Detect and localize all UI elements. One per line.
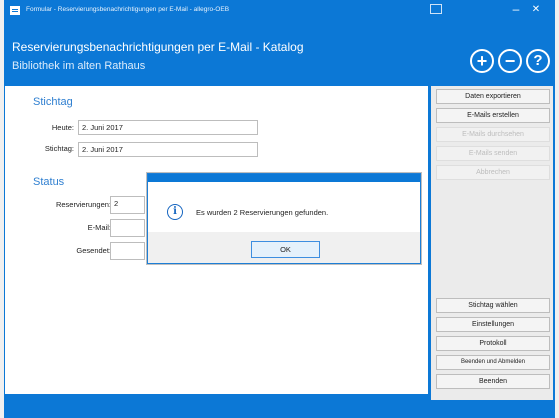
reservierungen-label: Reservierungen: bbox=[55, 200, 111, 209]
app-icon bbox=[10, 6, 20, 15]
header: Reservierungsbenachrichtigungen per E-Ma… bbox=[4, 22, 555, 80]
message-dialog: i Es wurden 2 Reservierungen gefunden. O… bbox=[147, 173, 421, 264]
title-bar: Formular - Reservierungsbenachrichtigung… bbox=[4, 0, 555, 22]
beenden-button[interactable]: Beenden bbox=[436, 374, 550, 389]
emails-senden-button[interactable]: E-Mails senden bbox=[436, 146, 550, 161]
heute-field[interactable]: 2. Juni 2017 bbox=[78, 120, 258, 135]
gesendet-field[interactable] bbox=[110, 242, 145, 260]
reservierungen-field[interactable]: 2 bbox=[110, 196, 145, 214]
abbrechen-button[interactable]: Abbrechen bbox=[436, 165, 550, 180]
action-panel: Daten exportieren E-Mails erstellen E-Ma… bbox=[431, 86, 553, 400]
dialog-message: Es wurden 2 Reservierungen gefunden. bbox=[196, 208, 329, 217]
dialog-title-bar bbox=[148, 174, 420, 182]
status-section-title: Status bbox=[33, 176, 65, 188]
emails-durchsehen-button[interactable]: E-Mails durchsehen bbox=[436, 127, 550, 142]
heute-label: Heute: bbox=[51, 123, 74, 132]
stichtag-section-title: Stichtag bbox=[33, 96, 73, 108]
minus-icon[interactable]: − bbox=[498, 49, 522, 73]
emails-erstellen-button[interactable]: E-Mails erstellen bbox=[436, 108, 550, 123]
plus-icon[interactable]: + bbox=[470, 49, 494, 73]
protokoll-button[interactable]: Protokoll bbox=[436, 336, 550, 351]
daten-exportieren-button[interactable]: Daten exportieren bbox=[436, 89, 550, 104]
minimize-icon[interactable]: – bbox=[510, 3, 522, 16]
gesendet-label: Gesendet: bbox=[76, 246, 111, 255]
help-icon[interactable]: ? bbox=[526, 49, 550, 73]
close-icon[interactable]: ✕ bbox=[530, 4, 542, 16]
einstellungen-button[interactable]: Einstellungen bbox=[436, 317, 550, 332]
header-title: Reservierungsbenachrichtigungen per E-Ma… bbox=[12, 40, 304, 54]
beenden-abmelden-button[interactable]: Beenden und Abmelden bbox=[436, 355, 550, 370]
stichtag-field[interactable]: 2. Juni 2017 bbox=[78, 142, 258, 157]
header-subtitle: Bibliothek im alten Rathaus bbox=[12, 60, 146, 72]
info-icon: i bbox=[167, 204, 183, 220]
stichtag-label: Stichtag: bbox=[44, 144, 74, 153]
bottom-bar bbox=[4, 400, 555, 418]
window-title: Formular - Reservierungsbenachrichtigung… bbox=[26, 6, 230, 13]
stichtag-waehlen-button[interactable]: Stichtag wählen bbox=[436, 298, 550, 313]
email-label: E-Mail: bbox=[87, 223, 111, 232]
email-field[interactable] bbox=[110, 219, 145, 237]
ok-button[interactable]: OK bbox=[251, 241, 320, 258]
window-snap-icon[interactable] bbox=[430, 4, 442, 14]
